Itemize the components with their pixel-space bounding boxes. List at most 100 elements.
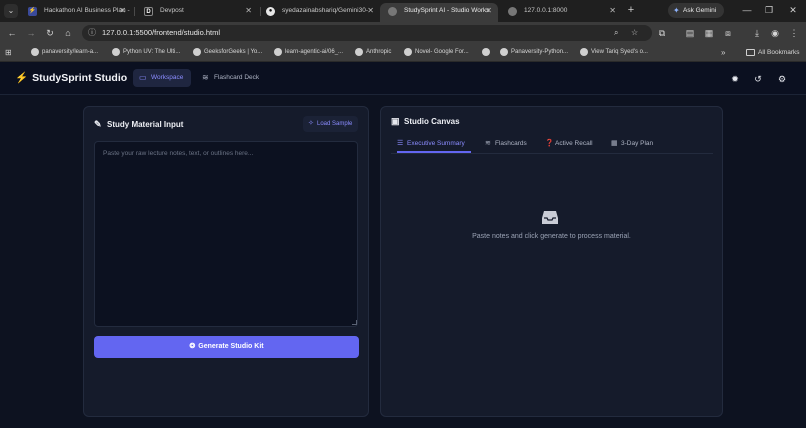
globe-icon (482, 48, 490, 56)
tab-label: Executive Summary (407, 140, 465, 147)
close-tab-icon[interactable]: ✕ (245, 3, 252, 19)
bookmark-label: Panaversity-Python... (511, 49, 569, 55)
reload-icon[interactable]: ↻ (43, 26, 57, 40)
brand-logo[interactable]: ⚡ StudySprint Studio (15, 71, 127, 84)
studio-canvas-panel: ▣ Studio Canvas ☰ Executive Summary ≋ Fl… (380, 106, 723, 417)
history-icon[interactable]: ↺ (750, 71, 766, 87)
bookmark-item[interactable]: panaversity/learn-a... (31, 44, 98, 61)
load-sample-button[interactable]: ✧ Load Sample (303, 116, 359, 132)
download-icon[interactable]: ⤓ (750, 26, 764, 40)
bookmark-label: Novel- Google For... (415, 49, 469, 55)
edit-document-icon: ✎ (94, 119, 102, 129)
generate-studio-kit-button[interactable]: ❂ Generate Studio Kit (94, 336, 359, 358)
globe-icon (500, 48, 508, 56)
profile-avatar-icon[interactable]: ◉ (768, 26, 782, 40)
new-tab-button[interactable]: + (624, 3, 638, 17)
inbox-tray-icon (542, 211, 558, 224)
bolt-tab-icon: ⚡ (28, 7, 37, 16)
browser-tab-active[interactable]: StudySprint AI - Studio Works ✕ (380, 3, 498, 22)
apps-grid-icon[interactable]: ⊞ (5, 47, 12, 58)
bookmark-item[interactable]: View Tariq Syed's o... (580, 44, 648, 61)
close-tab-icon[interactable]: ✕ (367, 3, 374, 19)
question-icon: ❓ (545, 140, 554, 147)
tab-executive-summary[interactable]: ☰ Executive Summary (397, 136, 471, 153)
home-icon[interactable]: ⌂ (61, 26, 75, 40)
tab-divider (134, 7, 135, 16)
tab-search-icon[interactable]: ⌄ (4, 4, 18, 18)
tab-label: 3-Day Plan (621, 140, 654, 147)
chrome-menu-icon[interactable]: ⋮ (787, 26, 801, 40)
browser-tab[interactable]: ● syedazainabshariq/Gemini30- ✕ (258, 3, 380, 22)
extensions-icon[interactable]: ⧉ (655, 26, 669, 40)
bookmark-label: GeeksforGeeks | Yo... (204, 49, 263, 55)
sidebar-icon[interactable]: ▤ (683, 26, 697, 40)
sparkle-gear-icon: ❂ (189, 343, 196, 350)
bookmark-item[interactable]: Anthropic (355, 44, 391, 61)
github-icon (31, 48, 39, 56)
tab-3-day-plan[interactable]: ▦ 3-Day Plan (611, 136, 653, 153)
nav-tab-workspace[interactable]: ▭ Workspace (133, 69, 192, 87)
empty-state-message: Paste notes and click generate to proces… (472, 233, 631, 240)
tab-title: StudySprint AI - Studio Works (404, 7, 490, 14)
lightning-bolt-icon: ⚡ (15, 72, 29, 84)
bookmark-label: learn-agentic-ai/06_... (285, 49, 344, 55)
close-tab-icon[interactable]: ✕ (485, 3, 492, 19)
close-window-icon[interactable]: ✕ (783, 2, 803, 18)
all-bookmarks-button[interactable]: All Bookmarks (746, 44, 800, 61)
browser-tab-strip: ⌄ ⚡ Hackathon AI Business Plan - ✕ D Dev… (0, 0, 806, 22)
resize-handle[interactable] (352, 320, 357, 325)
nav-tab-flashcard-deck[interactable]: ≋ Flashcard Deck (196, 69, 267, 87)
magic-wand-icon: ✧ (308, 120, 314, 127)
panel-title-text: Studio Canvas (404, 117, 460, 126)
theme-toggle-sun-icon[interactable]: ✹ (727, 71, 743, 87)
zoom-search-icon[interactable]: ⌕ (614, 25, 618, 41)
globe-icon (193, 48, 201, 56)
tab-title: Devpost (160, 7, 184, 14)
address-bar[interactable]: ⓘ 127.0.0.1:5500/frontend/studio.html ⌕ … (82, 25, 652, 41)
more-bookmarks-button[interactable]: » (721, 44, 725, 61)
all-bookmarks-label: All Bookmarks (758, 49, 800, 56)
bookmark-item[interactable]: Panaversity-Python... (500, 44, 568, 61)
bookmark-item[interactable] (482, 44, 493, 61)
settings-gear-icon[interactable]: ⚙ (774, 71, 790, 87)
bookmark-item[interactable]: learn-agentic-ai/06_... (274, 44, 343, 61)
ask-gemini-button[interactable]: ✦ Ask Gemini (668, 3, 724, 18)
load-sample-label: Load Sample (317, 121, 353, 127)
bookmark-star-icon[interactable]: ☆ (631, 25, 638, 41)
study-input-panel: ✎ Study Material Input ✧ Load Sample ❂Ge… (83, 106, 369, 417)
browser-tab[interactable]: 127.0.0.1:8000 ✕ (500, 3, 622, 22)
globe-icon (355, 48, 363, 56)
globe-icon (274, 48, 282, 56)
app-header: ⚡ StudySprint Studio ▭ Workspace ≋ Flashc… (0, 62, 806, 95)
tab-groups-icon[interactable]: ▦ (702, 26, 716, 40)
browser-tab[interactable]: ⚡ Hackathon AI Business Plan - ✕ (20, 3, 132, 22)
tab-active-recall[interactable]: ❓ Active Recall (545, 136, 593, 153)
bookmark-item[interactable]: Python UV: The Ulti... (112, 44, 180, 61)
close-tab-icon[interactable]: ✕ (609, 3, 616, 19)
browser-toolbar: ← → ↻ ⌂ ⓘ 127.0.0.1:5500/frontend/studio… (0, 22, 806, 44)
brand-name: StudySprint (32, 72, 92, 84)
globe-icon (388, 7, 397, 16)
calendar-icon: ▦ (611, 140, 618, 147)
bookmark-item[interactable]: Novel- Google For... (404, 44, 469, 61)
back-arrow-icon[interactable]: ← (5, 26, 19, 40)
site-info-icon[interactable]: ⓘ (88, 25, 96, 41)
nav-tab-label: Workspace (151, 74, 184, 81)
screenshot-icon[interactable]: ⧈ (721, 26, 735, 40)
globe-icon (112, 48, 120, 56)
panel-title-text: Study Material Input (107, 120, 184, 129)
notes-textarea[interactable] (94, 141, 358, 327)
bookmark-item[interactable]: GeeksforGeeks | Yo... (193, 44, 262, 61)
url-text[interactable]: 127.0.0.1:5500/frontend/studio.html (102, 25, 220, 41)
close-tab-icon[interactable]: ✕ (119, 3, 126, 19)
tab-label: Flashcards (495, 140, 527, 147)
brand-suffix: Studio (94, 72, 128, 84)
bookmark-label: panaversity/learn-a... (42, 49, 99, 55)
tab-flashcards[interactable]: ≋ Flashcards (485, 136, 527, 153)
browser-tab[interactable]: D Devpost ✕ (136, 3, 258, 22)
forward-arrow-icon[interactable]: → (24, 26, 38, 40)
globe-icon (508, 7, 517, 16)
minimize-icon[interactable]: — (737, 2, 757, 18)
tab-title: Hackathon AI Business Plan - (44, 7, 130, 14)
restore-icon[interactable]: ❐ (759, 2, 779, 18)
